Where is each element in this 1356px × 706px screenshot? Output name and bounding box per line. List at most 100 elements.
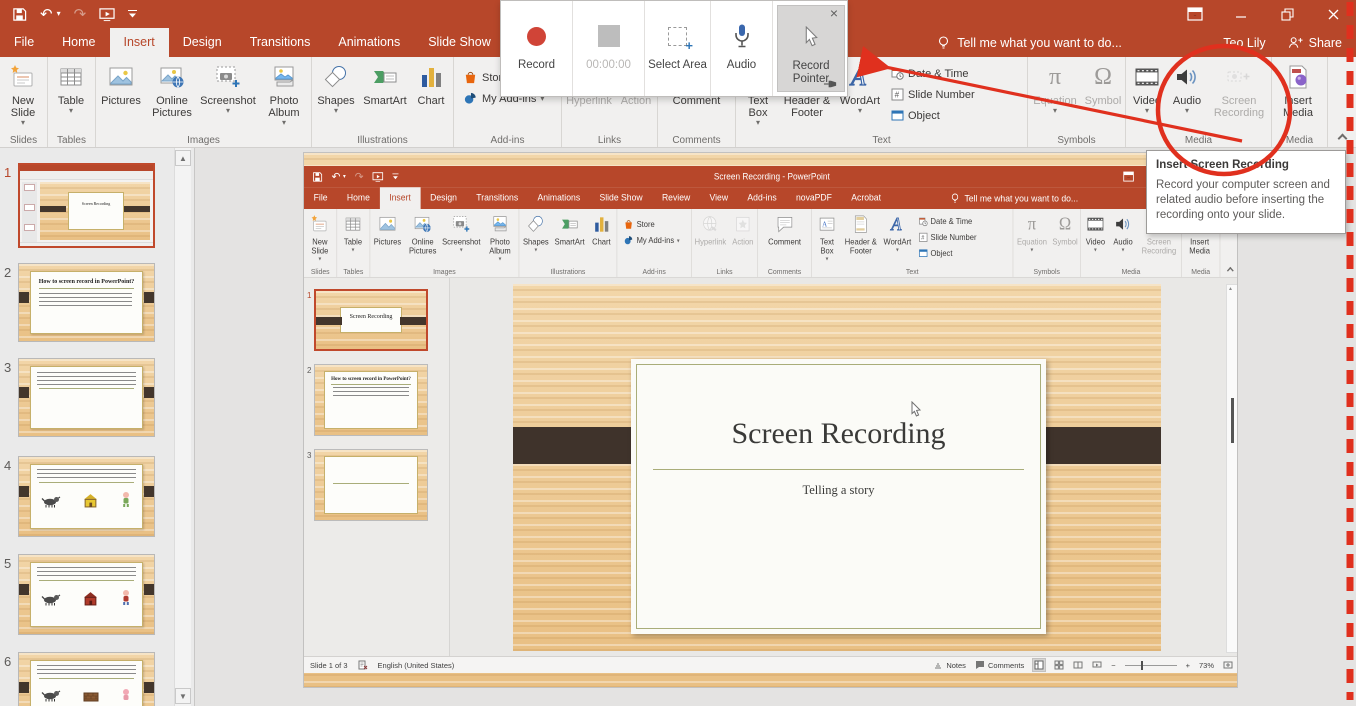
thumbnail-scrollbar[interactable]: ▲ ▼ — [174, 148, 191, 706]
inner-undo-caret-icon: ▾ — [343, 174, 346, 180]
wolf-clipart — [41, 493, 61, 508]
video-button[interactable]: Video ▾ — [1127, 59, 1167, 133]
dropdown-caret: ▾ — [1145, 107, 1149, 114]
photo-album-icon — [271, 62, 297, 92]
inner-ribbon-group-tables: Table ▾ Tables — [337, 209, 370, 277]
inner-header-footer-button: Header & Footer — [842, 211, 881, 267]
pictures-icon — [108, 62, 134, 92]
tab-slide-show[interactable]: Slide Show — [414, 28, 505, 57]
scroll-up-icon[interactable]: ▲ — [175, 150, 191, 166]
smartart-button[interactable]: SmartArt — [359, 59, 411, 133]
mouse-cursor — [911, 401, 922, 417]
ribbon-group-images: Pictures Online Pictures Screenshot ▾ Ph… — [96, 57, 312, 147]
dropdown-caret: ▾ — [1185, 107, 1189, 114]
chart-button[interactable]: Chart — [411, 59, 451, 133]
undo-icon[interactable]: ↶ — [40, 7, 53, 22]
start-slideshow-icon[interactable] — [99, 7, 115, 22]
inner-dropdown-caret: ▾ — [896, 247, 899, 252]
audio-button[interactable]: Audio ▾ — [1167, 59, 1207, 133]
undo-caret-icon[interactable]: ▾ — [57, 10, 61, 18]
slide-thumbnail-1[interactable]: Screen Recording — [18, 163, 155, 248]
customize-qat-icon[interactable] — [128, 9, 137, 19]
minimize-button[interactable] — [1218, 0, 1264, 28]
inner-dropdown-caret: ▾ — [1031, 247, 1034, 252]
table-button[interactable]: Table ▾ — [49, 59, 93, 133]
inner-dropdown-caret: ▾ — [1122, 247, 1125, 252]
tooltip-body: Record your computer screen and related … — [1156, 178, 1336, 223]
slide-indicator: Slide 1 of 3 — [310, 661, 348, 670]
record-button[interactable]: Record — [501, 1, 573, 96]
mini-ribbon — [20, 171, 153, 180]
toolbar-close-icon[interactable]: × — [830, 6, 838, 20]
inner-chart-icon — [592, 213, 610, 236]
shapes-button[interactable]: Shapes ▾ — [313, 59, 359, 133]
inner-group-label-media: Media — [1081, 268, 1181, 276]
inner-shapes-icon — [527, 213, 545, 236]
inner-hyperlink-icon — [701, 213, 719, 236]
pointer-icon — [803, 20, 820, 54]
pictures-button[interactable]: Pictures — [97, 59, 145, 133]
collapse-ribbon-icon[interactable] — [1338, 134, 1348, 144]
object-button[interactable]: Object — [891, 105, 975, 126]
svg-text:A: A — [822, 220, 828, 228]
inner-ribbon: New Slide ▾ Slides Table ▾ Tables — [304, 209, 1238, 278]
video-icon — [1134, 62, 1160, 92]
pig-clipart — [120, 688, 132, 702]
inner-tab-review: Review — [652, 187, 700, 209]
inner-date-time-label: Date & Time — [931, 217, 973, 226]
new-slide-button[interactable]: New Slide ▾ — [1, 59, 45, 133]
tab-transitions[interactable]: Transitions — [236, 28, 325, 57]
inner-ribbon-group-text: A Text Box ▾ Header & Footer A WordArt ▾ — [812, 209, 1013, 277]
tab-design[interactable]: Design — [169, 28, 236, 57]
save-icon[interactable] — [12, 7, 27, 22]
slide-thumbnail-2[interactable]: How to screen record in PowerPoint? — [18, 263, 155, 342]
slide-thumbnail-6[interactable] — [18, 652, 155, 706]
inner-header-footer-icon — [852, 213, 870, 236]
inner-tab-slide-show: Slide Show — [590, 187, 652, 209]
mini-dark-bar — [124, 206, 150, 212]
slide-thumbnail-4[interactable] — [18, 456, 155, 537]
tab-insert[interactable]: Insert — [110, 28, 169, 57]
slide-thumbnail-5[interactable] — [18, 554, 155, 635]
photo-album-button[interactable]: Photo Album ▾ — [257, 59, 311, 133]
inner-redo-icon: ↷ — [355, 171, 364, 182]
restore-button[interactable] — [1264, 0, 1310, 28]
toolbar-pin-icon[interactable] — [823, 78, 838, 90]
tab-file[interactable]: File — [0, 28, 48, 57]
inner-smartart-button: SmartArt — [552, 211, 588, 267]
tab-animations[interactable]: Animations — [324, 28, 414, 57]
inner-text-box-label: Text Box — [813, 238, 842, 256]
select-area-button[interactable]: + Select Area — [645, 1, 711, 96]
inner-shapes-button: Shapes ▾ — [520, 211, 552, 267]
equation-icon: π — [1049, 62, 1061, 92]
date-time-button[interactable]: Date & Time — [891, 63, 975, 84]
online-pictures-button[interactable]: Online Pictures — [145, 59, 199, 133]
tell-me-box[interactable]: Tell me what you want to do... — [936, 28, 1122, 57]
inner-thumb-bar — [316, 317, 342, 325]
insert-media-button[interactable]: Insert Media — [1273, 59, 1323, 133]
inner-title-bar: ↶▾ ↷ Screen Recording - PowerPoint — [304, 166, 1238, 187]
inner-chart-button: Chart — [588, 211, 616, 267]
slide-thumbnail-3[interactable] — [18, 358, 155, 437]
inner-ribbon-group-images: Pictures Online Pictures Screenshot ▾ Ph… — [370, 209, 519, 277]
slide-number-button[interactable]: # Slide Number — [891, 84, 975, 105]
inner-slide-number-icon: # — [919, 232, 928, 242]
slide-number-label: Slide Number — [908, 89, 975, 101]
user-name[interactable]: Teo Lily — [1223, 36, 1265, 50]
audio-toggle-button[interactable]: Audio — [711, 1, 773, 96]
share-button[interactable]: Share — [1288, 35, 1342, 50]
current-slide[interactable]: ↶▾ ↷ Screen Recording - PowerPoint File … — [303, 152, 1238, 688]
inner-tab-insert: Insert — [380, 187, 421, 209]
screenshot-button[interactable]: Screenshot ▾ — [199, 59, 257, 133]
ribbon-group-symbols: π Equation ▾ Ω Symbol Symbols — [1028, 57, 1126, 147]
ribbon-display-options-icon[interactable] — [1172, 0, 1218, 28]
tab-home[interactable]: Home — [48, 28, 109, 57]
scroll-down-icon[interactable]: ▼ — [175, 688, 191, 704]
close-button[interactable] — [1310, 0, 1356, 28]
normal-view-icon — [1033, 659, 1045, 671]
inner-scroll-up-icon: ▲ — [1228, 286, 1233, 292]
inner-store-icon — [623, 219, 633, 230]
inner-date-time-icon — [919, 217, 928, 227]
date-time-label: Date & Time — [908, 68, 969, 80]
inner-dropdown-caret: ▾ — [826, 256, 829, 261]
